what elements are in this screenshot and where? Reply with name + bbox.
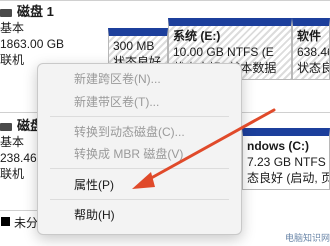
watermark: 电脑知识网	[285, 233, 330, 243]
annotation-arrow-shaft	[142, 108, 276, 184]
annotation-arrow	[132, 108, 276, 189]
annotation-arrow-head	[132, 172, 155, 189]
